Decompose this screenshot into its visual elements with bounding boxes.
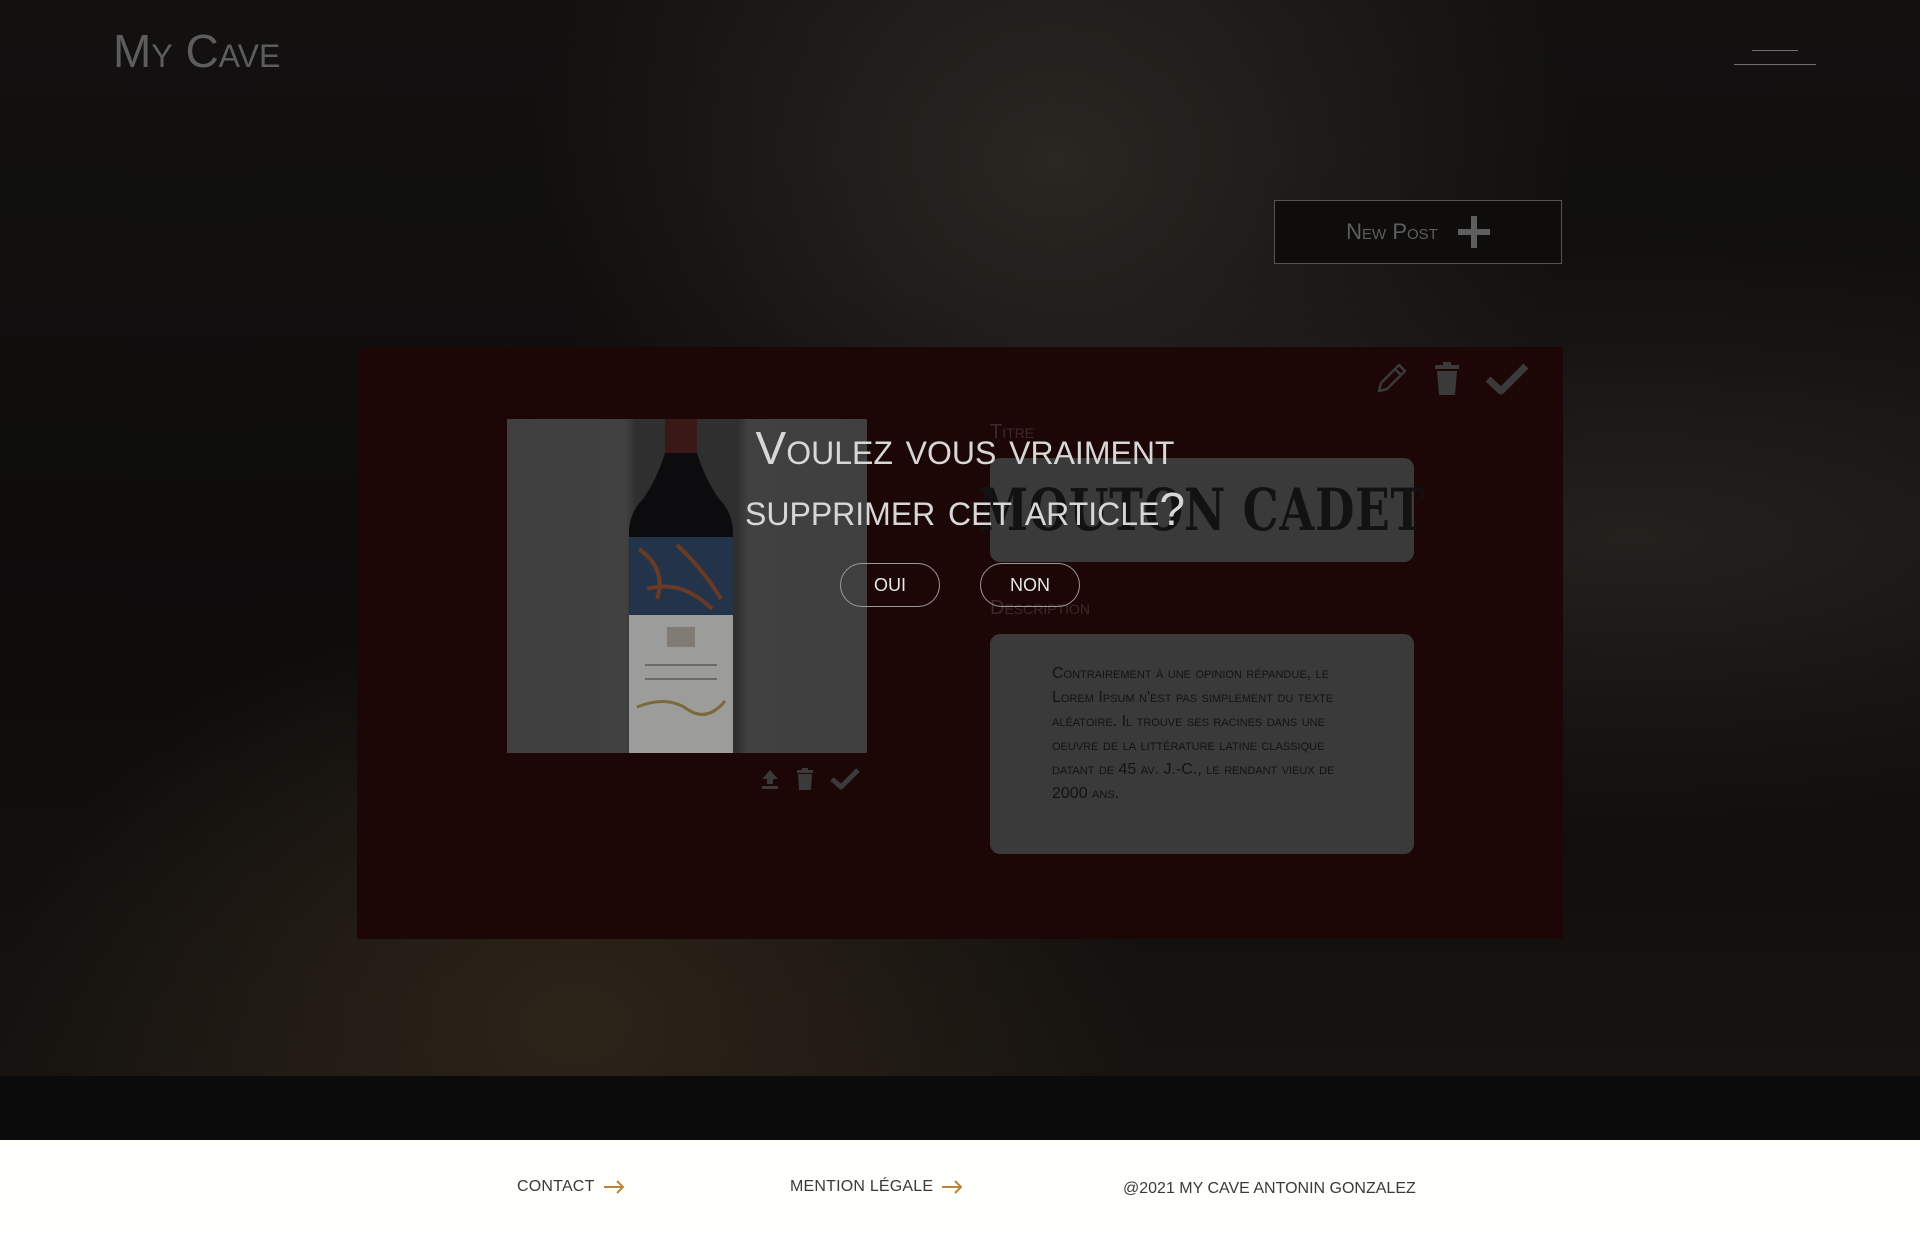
validate-photo-button[interactable] [830, 767, 860, 791]
footer-top-band [0, 1076, 1920, 1140]
confirm-no-button[interactable]: NON [980, 563, 1080, 607]
question-line-1: Voulez vous vraiment [755, 422, 1175, 474]
site-logo[interactable]: My Cave [113, 24, 280, 78]
question-line-2: supprimer cet article? [745, 483, 1185, 535]
trash-icon [797, 768, 813, 790]
post-actions [1373, 361, 1529, 397]
check-icon [1485, 363, 1529, 395]
confirm-yes-button[interactable]: OUI [840, 563, 940, 607]
description-field[interactable]: Contrairement à une opinion répandue, le… [990, 634, 1414, 854]
hamburger-menu-button[interactable] [1734, 44, 1816, 70]
arrow-right-icon [942, 1180, 963, 1194]
upload-photo-button[interactable] [760, 768, 780, 790]
photo-actions [760, 767, 860, 791]
delete-confirm-question: Voulez vous vraiment supprimer cet artic… [640, 418, 1290, 540]
check-icon [830, 768, 860, 790]
hamburger-icon [1752, 50, 1798, 51]
trash-icon [1435, 362, 1459, 395]
delete-photo-button[interactable] [796, 768, 814, 790]
edit-button[interactable] [1373, 361, 1409, 397]
upload-icon [762, 770, 778, 789]
legal-notice-link[interactable]: MENTION LÉGALE [790, 1178, 963, 1196]
new-post-label: New Post [1346, 219, 1438, 244]
plus-icon [1457, 216, 1490, 248]
legal-label: MENTION LÉGALE [790, 1178, 934, 1195]
pencil-icon [1377, 363, 1407, 393]
new-post-button[interactable]: New Post [1274, 200, 1562, 264]
delete-post-button[interactable] [1433, 362, 1461, 396]
copyright-text: @2021 MY CAVE ANTONIN GONZALEZ [1123, 1180, 1416, 1197]
contact-label: CONTACT [517, 1178, 595, 1195]
contact-link[interactable]: CONTACT [517, 1178, 625, 1196]
arrow-right-icon [603, 1180, 624, 1194]
description-value: Contrairement à une opinion répandue, le… [1052, 665, 1335, 802]
validate-post-button[interactable] [1485, 362, 1529, 396]
